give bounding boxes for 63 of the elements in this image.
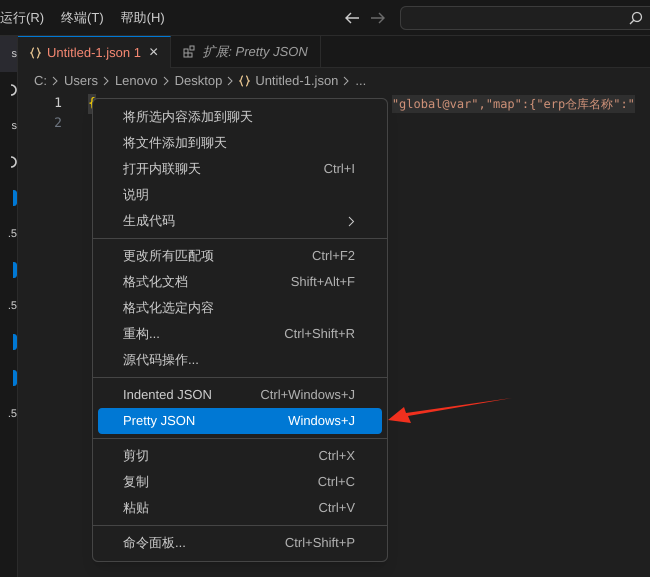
sidebar-text: .5 bbox=[8, 298, 17, 314]
forward-arrow-icon[interactable] bbox=[370, 10, 386, 24]
close-icon[interactable]: × bbox=[148, 40, 158, 64]
shortcut-text: Ctrl+I bbox=[324, 160, 355, 178]
extensions-icon bbox=[183, 45, 196, 58]
menu-item[interactable]: 将文件添加到聊天 bbox=[98, 130, 382, 156]
sidebar-text: .5 bbox=[8, 226, 17, 242]
menu-item[interactable]: 说明 bbox=[98, 182, 382, 208]
chevron-icon bbox=[102, 76, 110, 86]
breadcrumb-item[interactable]: Users bbox=[64, 71, 98, 91]
menu-item[interactable]: 将所选内容添加到聊天 bbox=[98, 104, 382, 130]
sidebar-button[interactable] bbox=[13, 190, 17, 206]
search-field[interactable] bbox=[400, 6, 650, 30]
breadcrumb-item[interactable]: Desktop bbox=[174, 71, 222, 91]
menu-item[interactable]: 命令面板... Ctrl+Shift+P bbox=[98, 530, 382, 556]
menu-item[interactable]: Pretty JSON Windows+J bbox=[98, 408, 382, 434]
shortcut-text: Ctrl+F2 bbox=[312, 247, 355, 266]
sidebar-button[interactable] bbox=[13, 370, 17, 386]
menu-item[interactable]: 更改所有匹配项 Ctrl+F2 bbox=[98, 243, 382, 269]
menu-item[interactable]: 打开内联聊天 Ctrl+I bbox=[98, 156, 382, 182]
tab-label: Untitled-1.json 1 bbox=[47, 44, 141, 62]
line-number: 1 bbox=[53, 95, 62, 114]
shortcut-text: Ctrl+C bbox=[318, 473, 355, 492]
menu-item[interactable]: 复制 Ctrl+C bbox=[98, 469, 382, 495]
menu-item[interactable]: 终端(T) bbox=[61, 8, 104, 28]
sidebar-text: .5 bbox=[8, 406, 17, 422]
shortcut-text: Ctrl+Windows+J bbox=[260, 386, 355, 404]
chevron-icon bbox=[52, 76, 59, 86]
chevron-icon bbox=[343, 76, 350, 86]
shortcut-text: Shift+Alt+F bbox=[290, 273, 355, 292]
breadcrumb-item[interactable]: Untitled-1.json bbox=[255, 71, 338, 91]
sidebar-button[interactable] bbox=[13, 262, 17, 278]
sidebar-text: s bbox=[12, 118, 17, 134]
json-braces-icon bbox=[239, 75, 250, 87]
menu-item[interactable]: 粘贴 Ctrl+V bbox=[98, 495, 382, 521]
menu-item[interactable]: 帮助(H) bbox=[120, 8, 165, 28]
shortcut-text: Ctrl+X bbox=[318, 447, 355, 466]
menu-item[interactable]: 剪切 Ctrl+X bbox=[98, 443, 382, 469]
menu-item[interactable]: 源代码操作... bbox=[98, 347, 382, 373]
back-arrow-icon[interactable] bbox=[344, 10, 360, 24]
tab-label: 扩展: Pretty JSON bbox=[202, 42, 308, 61]
breadcrumb-item[interactable]: ... bbox=[355, 71, 366, 91]
breadcrumb-item[interactable]: C: bbox=[34, 71, 47, 91]
editor-tab[interactable]: Untitled-1.json 1 × bbox=[18, 36, 172, 68]
menu-item[interactable]: 生成代码 bbox=[98, 208, 382, 234]
search-icon bbox=[629, 10, 643, 24]
chevron-icon bbox=[227, 76, 234, 86]
code-text: "global@var","map":{"erp仓库名称":" bbox=[392, 95, 635, 113]
menu-item[interactable]: 重构... Ctrl+Shift+R bbox=[98, 321, 382, 347]
json-braces-icon bbox=[30, 46, 41, 58]
menu-item[interactable]: 格式化文档 Shift+Alt+F bbox=[98, 269, 382, 295]
shortcut-text: Windows+J bbox=[288, 412, 355, 430]
sidebar-text: s bbox=[12, 46, 17, 62]
sidebar-button[interactable] bbox=[13, 334, 17, 350]
menu-item[interactable]: 运行(R) bbox=[0, 8, 44, 28]
shortcut-text: Ctrl+Shift+P bbox=[284, 534, 355, 552]
menu-item[interactable]: 格式化选定内容 bbox=[98, 295, 382, 321]
line-number: 2 bbox=[53, 115, 62, 134]
breadcrumb-item[interactable]: Lenovo bbox=[114, 71, 158, 91]
shortcut-text: Ctrl+V bbox=[318, 499, 355, 518]
shortcut-text: Ctrl+Shift+R bbox=[284, 325, 355, 344]
chevron-icon bbox=[162, 76, 170, 86]
menu-item[interactable]: Indented JSON Ctrl+Windows+J bbox=[98, 382, 382, 408]
